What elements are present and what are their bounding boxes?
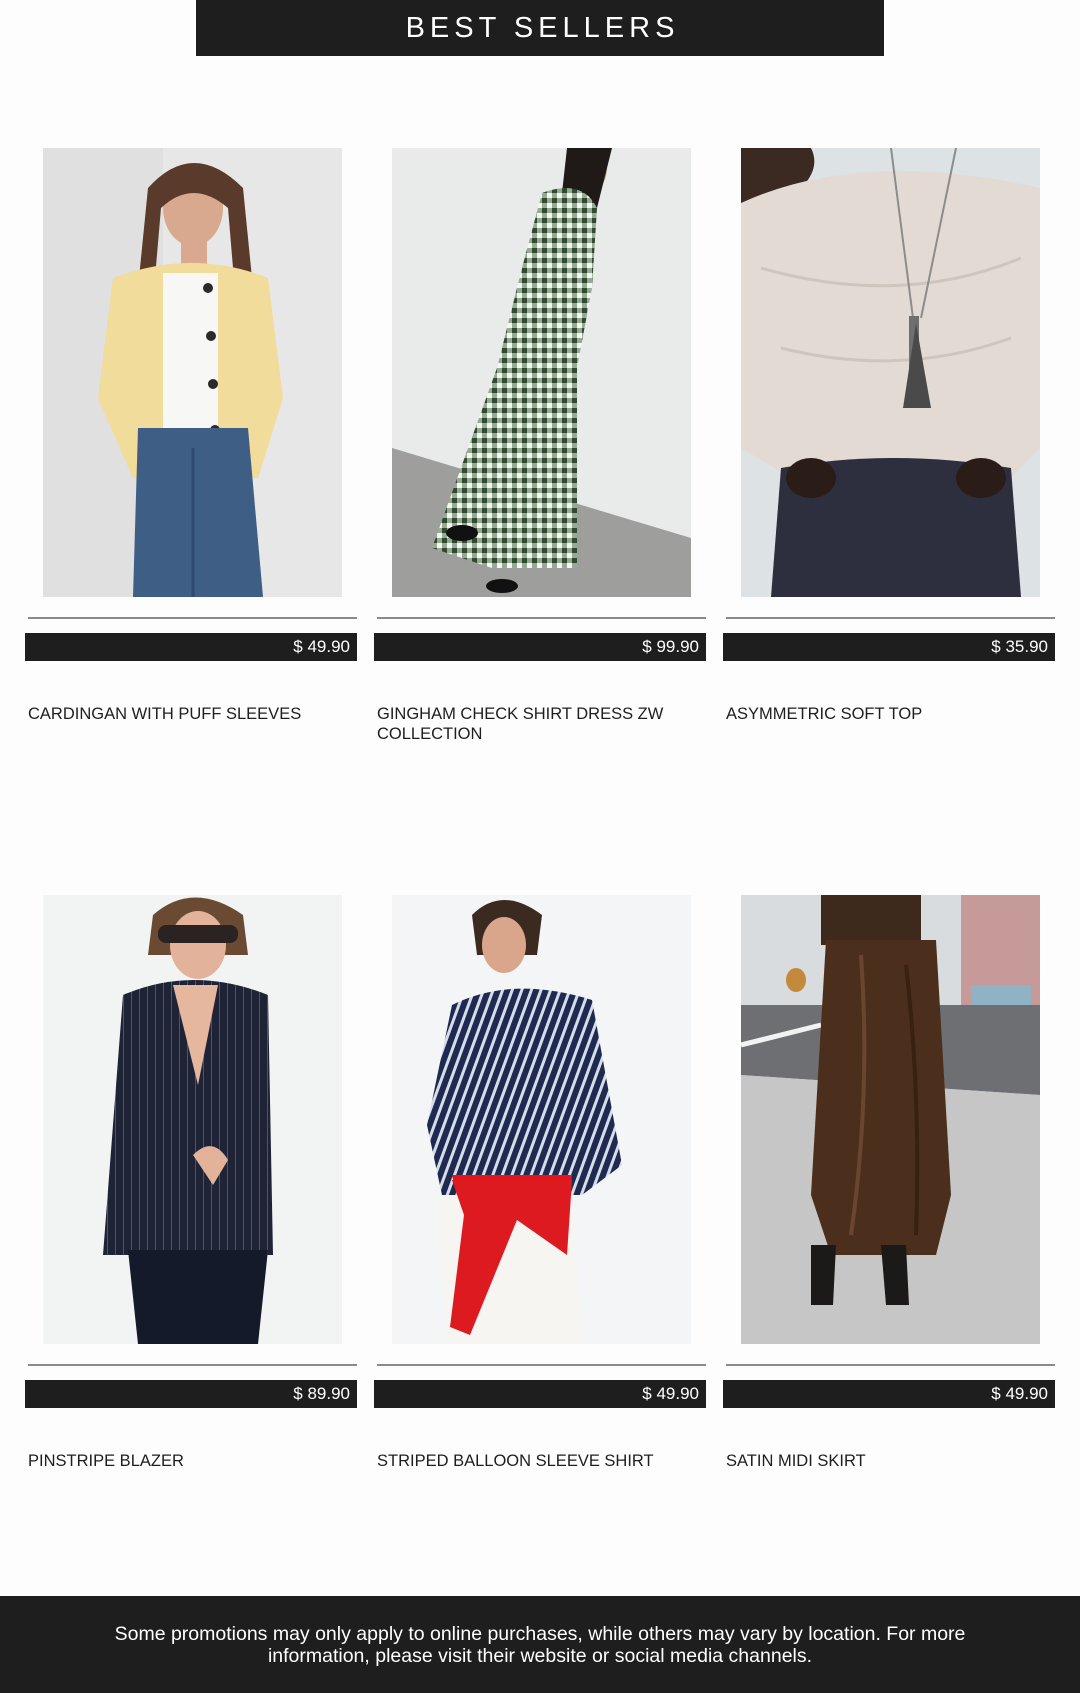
product-image[interactable]: [741, 895, 1040, 1344]
soft-top-photo: [741, 148, 1040, 597]
product-name[interactable]: PINSTRIPE BLAZER: [28, 1451, 348, 1471]
price-badge: $ 89.90: [25, 1380, 357, 1408]
blazer-photo: [43, 895, 342, 1344]
divider-line: [726, 1364, 1055, 1366]
divider-line: [726, 617, 1055, 619]
price-label: $ 49.90: [991, 1384, 1048, 1403]
footer-disclaimer: Some promotions may only apply to online…: [114, 1622, 966, 1667]
product-name[interactable]: ASYMMETRIC SOFT TOP: [726, 704, 1046, 724]
price-label: $ 49.90: [293, 637, 350, 656]
price-badge: $ 49.90: [25, 633, 357, 661]
price-badge: $ 99.90: [374, 633, 706, 661]
product-name[interactable]: STRIPED BALLOON SLEEVE SHIRT: [377, 1451, 697, 1471]
price-label: $ 89.90: [293, 1384, 350, 1403]
gingham-dress-photo: [392, 148, 691, 597]
product-name[interactable]: CARDINGAN WITH PUFF SLEEVES: [28, 704, 348, 724]
product-image[interactable]: [392, 895, 691, 1344]
cardigan-photo: [43, 148, 342, 597]
divider-line: [28, 617, 357, 619]
striped-shirt-photo: [392, 895, 691, 1344]
satin-skirt-photo: [741, 895, 1040, 1344]
product-image[interactable]: [43, 148, 342, 597]
divider-line: [28, 1364, 357, 1366]
page-title: BEST SELLERS: [405, 11, 680, 44]
product-name[interactable]: GINGHAM CHECK SHIRT DRESS ZW COLLECTION: [377, 704, 697, 744]
divider-line: [377, 1364, 706, 1366]
header-banner: BEST SELLERS: [196, 0, 884, 56]
product-name[interactable]: SATIN MIDI SKIRT: [726, 1451, 1046, 1471]
price-label: $ 99.90: [642, 637, 699, 656]
product-image[interactable]: [392, 148, 691, 597]
product-image[interactable]: [43, 895, 342, 1344]
price-label: $ 35.90: [991, 637, 1048, 656]
price-label: $ 49.90: [642, 1384, 699, 1403]
price-badge: $ 49.90: [374, 1380, 706, 1408]
best-sellers-page: BEST SELLERS $ 49.90 CARDINGAN WITH PUFF…: [0, 0, 1080, 1693]
divider-line: [377, 617, 706, 619]
product-image[interactable]: [741, 148, 1040, 597]
price-badge: $ 49.90: [723, 1380, 1055, 1408]
footer-banner: Some promotions may only apply to online…: [0, 1596, 1080, 1693]
price-badge: $ 35.90: [723, 633, 1055, 661]
